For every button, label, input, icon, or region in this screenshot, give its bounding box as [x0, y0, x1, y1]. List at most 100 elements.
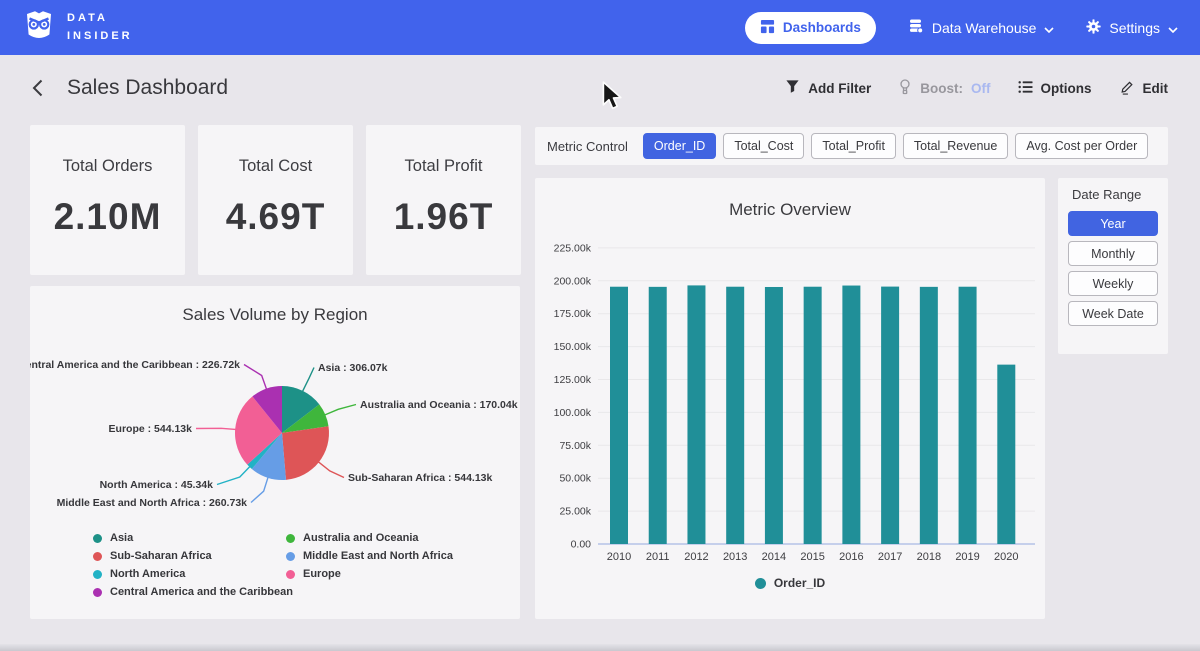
list-icon — [1018, 80, 1033, 97]
bar-chart-title: Metric Overview — [535, 200, 1045, 220]
kpi-label: Total Profit — [405, 157, 483, 176]
dashboards-label: Dashboards — [783, 20, 861, 35]
x-tick-label: 2019 — [955, 551, 979, 563]
metric-button-avg-cost-per-order[interactable]: Avg. Cost per Order — [1015, 133, 1148, 159]
add-filter-button[interactable]: Add Filter — [785, 79, 871, 97]
gear-icon — [1086, 19, 1101, 37]
boost-state: Off — [971, 81, 991, 96]
pie-leader-line — [217, 465, 251, 484]
legend-item-europe[interactable]: Europe — [286, 568, 453, 580]
x-tick-label: 2011 — [646, 551, 670, 563]
pie-label-sub-saharan-africa: Sub-Saharan Africa : 544.13k — [348, 472, 492, 484]
y-tick-label: 75.00k — [559, 440, 591, 452]
database-icon — [908, 18, 924, 37]
metric-button-total-profit[interactable]: Total_Profit — [811, 133, 896, 159]
options-button[interactable]: Options — [1018, 80, 1092, 97]
x-tick-label: 2013 — [723, 551, 747, 563]
pie-legend-column-1: Asia Sub-Saharan Africa North America Centr… — [93, 532, 293, 598]
metric-control-bar: Metric Control Order_IDTotal_CostTotal_P… — [535, 127, 1168, 165]
legend-label: Europe — [303, 568, 341, 580]
filter-funnel-icon — [785, 79, 800, 97]
bar-2012 — [687, 285, 705, 544]
pie-label-central-america-and-the-caribbean: Central America and the Caribbean : 226.… — [30, 359, 240, 371]
nav-actions: Dashboards Data Warehouse — [745, 12, 1178, 44]
pie-leader-line — [251, 476, 268, 503]
edit-button[interactable]: Edit — [1119, 79, 1169, 98]
bar-chart-legend: Order_ID — [535, 576, 1045, 590]
brand-logo[interactable]: DATA INSIDER — [22, 8, 133, 47]
y-tick-label: 225.00k — [554, 242, 592, 254]
legend-item-north-america[interactable]: North America — [93, 568, 293, 580]
legend-label: Order_ID — [774, 576, 825, 590]
x-tick-label: 2018 — [917, 551, 941, 563]
y-tick-label: 200.00k — [554, 275, 592, 287]
pie-legend-column-2: Australia and Oceania Middle East and Nor… — [286, 532, 453, 580]
metric-button-total-revenue[interactable]: Total_Revenue — [903, 133, 1008, 159]
chevron-down-icon — [1044, 20, 1054, 36]
kpi-value: 4.69T — [226, 196, 326, 238]
legend-item-asia[interactable]: Asia — [93, 532, 293, 544]
data-warehouse-menu[interactable]: Data Warehouse — [908, 18, 1055, 37]
bottom-edge — [0, 644, 1200, 651]
page-title: Sales Dashboard — [67, 76, 228, 100]
legend-item-central-america-and-the-caribbean[interactable]: Central America and the Caribbean — [93, 586, 293, 598]
bar-2015 — [804, 287, 822, 544]
data-warehouse-label: Data Warehouse — [932, 20, 1037, 36]
legend-item-sub-saharan-africa[interactable]: Sub-Saharan Africa — [93, 550, 293, 562]
legend-dot — [93, 570, 102, 579]
y-tick-label: 25.00k — [559, 506, 591, 518]
date-range-label: Date Range — [1072, 187, 1158, 202]
pie-leader-line — [244, 365, 267, 391]
date-range-button-weekly[interactable]: Weekly — [1068, 271, 1158, 296]
metric-button-total-cost[interactable]: Total_Cost — [723, 133, 804, 159]
legend-label: Australia and Oceania — [303, 532, 419, 544]
legend-label: North America — [110, 568, 185, 580]
sales-dashboard-screen: DATA INSIDER Dashboards — [0, 0, 1200, 651]
kpi-card-total-orders: Total Orders 2.10M — [30, 125, 185, 275]
kpi-value: 2.10M — [54, 196, 162, 238]
x-tick-label: 2017 — [878, 551, 902, 563]
kpi-label: Total Orders — [63, 157, 153, 176]
metric-overview-card: Metric Overview 0.0025.00k50.00k75.00k10… — [535, 178, 1045, 619]
pencil-icon — [1119, 79, 1135, 98]
boost-toggle[interactable]: Boost: Off — [898, 79, 990, 98]
date-range-buttons: Year Monthly Weekly Week Date — [1068, 211, 1158, 326]
legend-item-middle-east-and-north-africa[interactable]: Middle East and North Africa — [286, 550, 453, 562]
kpi-value: 1.96T — [394, 196, 494, 238]
legend-item-australia-and-oceania[interactable]: Australia and Oceania — [286, 532, 453, 544]
metric-button-order-id[interactable]: Order_ID — [643, 133, 716, 159]
kpi-card-total-cost: Total Cost 4.69T — [198, 125, 353, 275]
pie-label-australia-and-oceania: Australia and Oceania : 170.04k — [360, 399, 518, 411]
top-nav: DATA INSIDER Dashboards — [0, 0, 1200, 55]
legend-dot — [755, 578, 766, 589]
back-button[interactable] — [32, 79, 43, 97]
dashboards-button[interactable]: Dashboards — [745, 12, 876, 44]
legend-dot — [93, 552, 102, 561]
date-range-button-monthly[interactable]: Monthly — [1068, 241, 1158, 266]
bar-2019 — [959, 287, 977, 544]
y-tick-label: 125.00k — [554, 374, 592, 386]
x-tick-label: 2010 — [607, 551, 631, 563]
pie-leader-line — [317, 461, 344, 478]
owl-logo-icon — [22, 8, 56, 47]
balloon-icon — [898, 79, 912, 98]
brand-name: DATA INSIDER — [67, 10, 133, 44]
date-range-button-year[interactable]: Year — [1068, 211, 1158, 236]
bar-2020 — [997, 365, 1015, 544]
date-range-button-week-date[interactable]: Week Date — [1068, 301, 1158, 326]
pie-leader-line — [323, 405, 356, 416]
legend-dot — [286, 552, 295, 561]
legend-label: Sub-Saharan Africa — [110, 550, 212, 562]
settings-menu[interactable]: Settings — [1086, 19, 1178, 37]
y-tick-label: 100.00k — [554, 407, 592, 419]
bar-2017 — [881, 287, 899, 544]
bar-2010 — [610, 287, 628, 544]
bar-2014 — [765, 287, 783, 544]
bar-2016 — [842, 286, 860, 544]
bar-2011 — [649, 287, 667, 544]
metric-control-buttons: Order_ID Total_Cost Total_Profit Total_Reve… — [643, 133, 1148, 159]
pie-label-north-america: North America : 45.34k — [100, 479, 214, 491]
y-tick-label: 150.00k — [554, 341, 592, 353]
sales-volume-card: Sales Volume by Region Asia : 306.07kAus… — [30, 286, 520, 619]
pie-slice-sub-saharan-africa — [282, 426, 329, 480]
